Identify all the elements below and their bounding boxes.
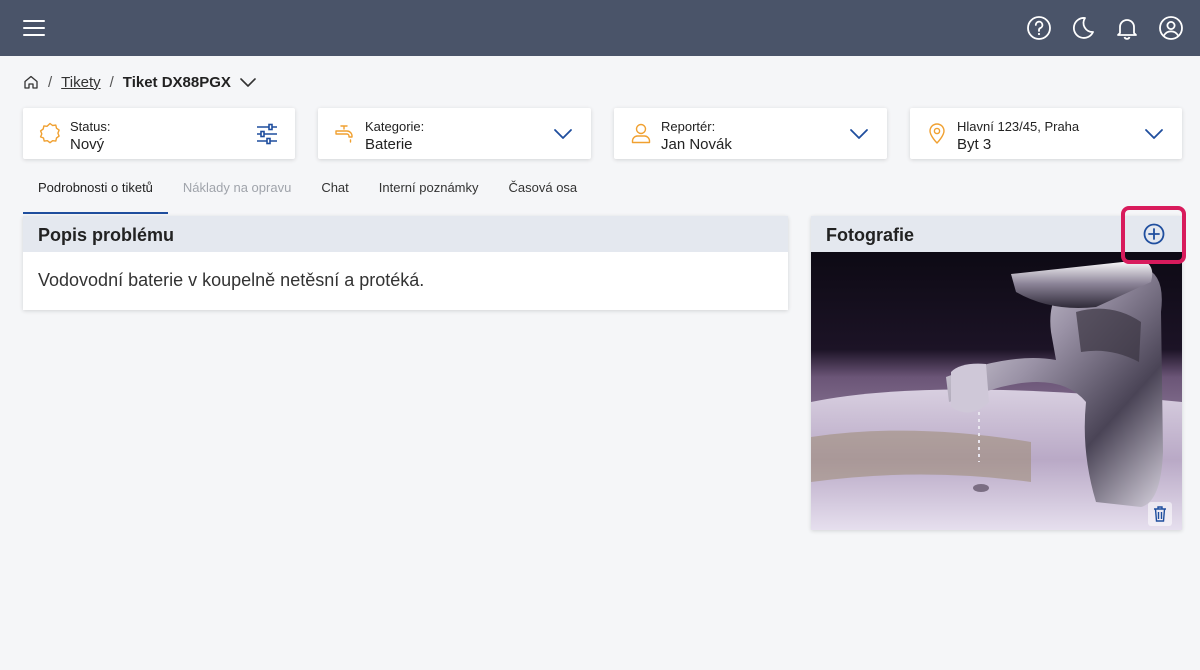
reporter-card[interactable]: Reportér: Jan Novák <box>614 108 887 159</box>
trash-icon[interactable] <box>1148 502 1172 526</box>
breadcrumb-tickets-link[interactable]: Tikety <box>61 74 100 91</box>
address-card[interactable]: Hlavní 123/45, Praha Byt 3 <box>910 108 1182 159</box>
tab-timeline[interactable]: Časová osa <box>494 170 593 214</box>
chevron-down-icon[interactable] <box>1143 123 1165 145</box>
faucet-icon <box>334 122 356 144</box>
add-photo-highlight <box>1121 206 1186 264</box>
location-pin-icon <box>926 122 948 144</box>
home-icon[interactable] <box>23 74 39 90</box>
address-line: Hlavní 123/45, Praha <box>957 119 1080 134</box>
menu-icon[interactable] <box>22 16 46 40</box>
faucet-photo[interactable] <box>811 252 1182 530</box>
filter-sliders-icon[interactable] <box>256 123 278 145</box>
person-icon <box>630 122 652 144</box>
reporter-value: Jan Novák <box>661 136 732 153</box>
chevron-down-icon[interactable] <box>848 123 870 145</box>
breadcrumb-separator: / <box>48 73 53 91</box>
status-label: Status: <box>70 119 111 134</box>
category-value: Baterie <box>365 136 413 153</box>
breadcrumb: / Tikety / Tiket DX88PGX <box>23 73 257 91</box>
problem-description-panel: Popis problému Vodovodní baterie v koupe… <box>23 216 788 310</box>
notifications-icon[interactable] <box>1114 15 1140 41</box>
breadcrumb-separator: / <box>109 73 114 91</box>
tab-repair-costs[interactable]: Náklady na opravu <box>168 170 306 214</box>
tab-chat[interactable]: Chat <box>306 170 363 214</box>
tab-ticket-details[interactable]: Podrobnosti o tiketů <box>23 170 168 214</box>
account-icon[interactable] <box>1158 15 1184 41</box>
category-card[interactable]: Kategorie: Baterie <box>318 108 591 159</box>
status-value: Nový <box>70 136 105 153</box>
tab-internal-notes[interactable]: Interní poznámky <box>364 170 494 214</box>
chevron-down-icon[interactable] <box>552 123 574 145</box>
chevron-down-icon[interactable] <box>239 73 257 91</box>
status-card[interactable]: Status: Nový <box>23 108 295 159</box>
ticket-tabs: Podrobnosti o tiketů Náklady na opravu C… <box>23 170 592 214</box>
breadcrumb-current: Tiket DX88PGX <box>122 73 231 91</box>
dark-mode-icon[interactable] <box>1070 15 1096 41</box>
category-label: Kategorie: <box>365 119 425 134</box>
status-icon <box>39 122 61 144</box>
address-unit: Byt 3 <box>957 136 992 153</box>
problem-description-title: Popis problému <box>23 216 788 252</box>
help-icon[interactable] <box>1026 15 1052 41</box>
top-bar <box>0 0 1200 56</box>
problem-description-text: Vodovodní baterie v koupelně netěsní a p… <box>38 270 425 290</box>
reporter-label: Reportér: <box>661 119 716 134</box>
